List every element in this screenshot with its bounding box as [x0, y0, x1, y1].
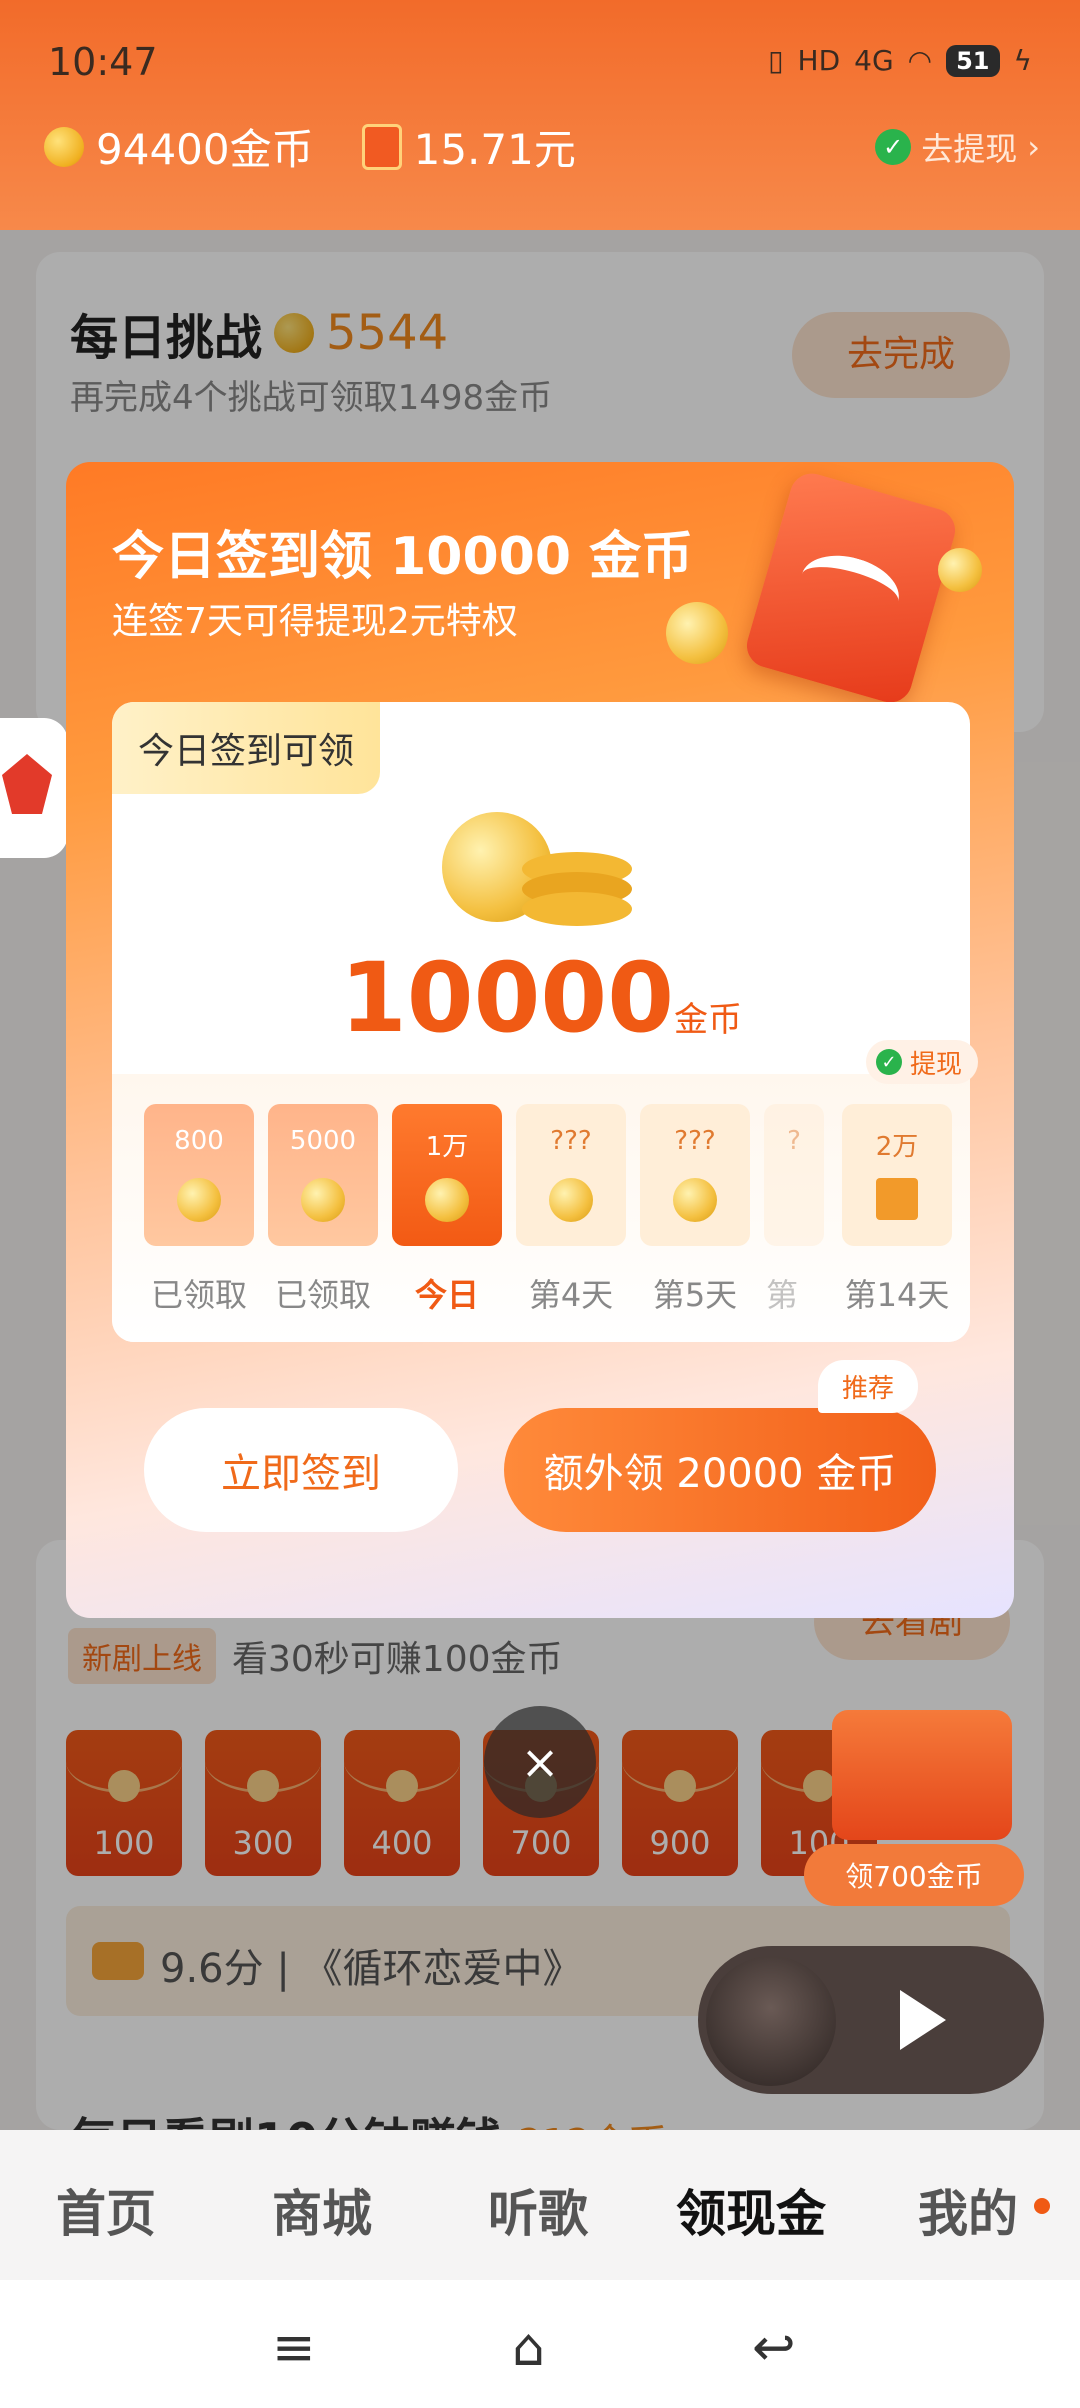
coin-icon [666, 602, 728, 664]
day-2-reward: 5000 [268, 1104, 378, 1246]
day-1-reward: 800 [144, 1104, 254, 1246]
day-3-reward[interactable]: 1万 [392, 1104, 502, 1246]
treasure-chest-icon[interactable] [832, 1710, 1012, 1840]
day-4-reward: ??? [516, 1104, 626, 1246]
header [0, 0, 1080, 230]
reward-card: 今日签到可领 10000金币 800 已领取 5000 已领取 1万 今日 ??… [112, 702, 970, 1342]
hd-icon: HD [797, 44, 841, 77]
cash-icon [361, 123, 402, 170]
signin-button[interactable]: 立即签到 [144, 1408, 458, 1532]
coin-icon [44, 126, 84, 167]
tab-cash[interactable]: 领现金 [676, 2174, 826, 2246]
day-2-label: 已领取 [274, 1276, 371, 1314]
tab-home[interactable]: 首页 [56, 2174, 156, 2246]
reward-amount: 10000金币 [340, 942, 742, 1054]
signal-icon: 4G [854, 44, 894, 77]
status-time: 10:47 [48, 40, 158, 84]
extra-coins-button[interactable]: 额外领 20000 金币 [504, 1408, 936, 1532]
back-icon[interactable]: ↩ [752, 2318, 796, 2378]
claim-chest-button[interactable]: 领700金币 [804, 1844, 1024, 1906]
close-icon[interactable]: × [484, 1706, 596, 1818]
day-5-reward: ??? [640, 1104, 750, 1246]
signin-days-row: 800 已领取 5000 已领取 1万 今日 ??? 第4天 ??? 第5天 ?… [112, 1074, 970, 1342]
notification-dot [1034, 2198, 1050, 2214]
red-envelope-icon [741, 468, 961, 708]
wechat-icon: ✓ [876, 1049, 902, 1075]
coin-balance: 94400金币 [96, 125, 314, 174]
tab-music[interactable]: 听歌 [488, 2174, 588, 2246]
status-icons: ▯ HD 4G ◠ 51 ϟ [768, 44, 1032, 77]
day-1-label: 已领取 [150, 1276, 247, 1314]
floating-app-widget[interactable] [0, 718, 68, 858]
popup-title: 今日签到领 10000 金币 [112, 527, 694, 587]
day-4-label: 第4天 [528, 1276, 614, 1314]
battery-icon: 51 [946, 44, 1000, 77]
coin-stack-icon [442, 802, 642, 932]
signin-popup: 今日签到领 10000 金币 连签7天可得提现2元特权 今日签到可领 10000… [66, 462, 1014, 1618]
wechat-icon: ✓ [875, 129, 912, 165]
coin-icon [938, 548, 982, 592]
day-5-label: 第5天 [652, 1276, 738, 1314]
play-icon[interactable] [900, 1990, 946, 2050]
day-6-label: 第 [765, 1276, 798, 1314]
popup-subtitle: 连签7天可得提现2元特权 [112, 601, 518, 642]
balance-bar: 94400金币 15.71元 [44, 116, 576, 177]
cash-balance: 15.71元 [413, 125, 576, 174]
tab-mall[interactable]: 商城 [272, 2174, 372, 2246]
day-14-label: 第14天 [844, 1276, 950, 1314]
menu-icon[interactable]: ≡ [272, 2318, 316, 2378]
player-cover [706, 1956, 836, 2086]
withdraw-label: 去提现 [921, 130, 1018, 168]
day-6-reward: ? [764, 1104, 824, 1246]
recommend-badge: 推荐 [818, 1360, 919, 1413]
wifi-icon: ◠ [907, 44, 933, 77]
home-icon[interactable]: ⌂ [512, 2318, 545, 2378]
today-reward-tag: 今日签到可领 [112, 702, 381, 794]
vibrate-icon: ▯ [768, 44, 784, 77]
tab-mine[interactable]: 我的 [918, 2174, 1018, 2246]
chevron-right-icon: › [1027, 128, 1040, 166]
gift-icon [876, 1178, 918, 1220]
withdraw-link[interactable]: ✓ 去提现 › [875, 124, 1040, 170]
charging-icon: ϟ [1013, 44, 1032, 77]
day-14-reward: 2万 [842, 1104, 952, 1246]
day-3-label: 今日 [414, 1276, 479, 1314]
withdraw-tag: ✓ 提现 [866, 1040, 979, 1084]
